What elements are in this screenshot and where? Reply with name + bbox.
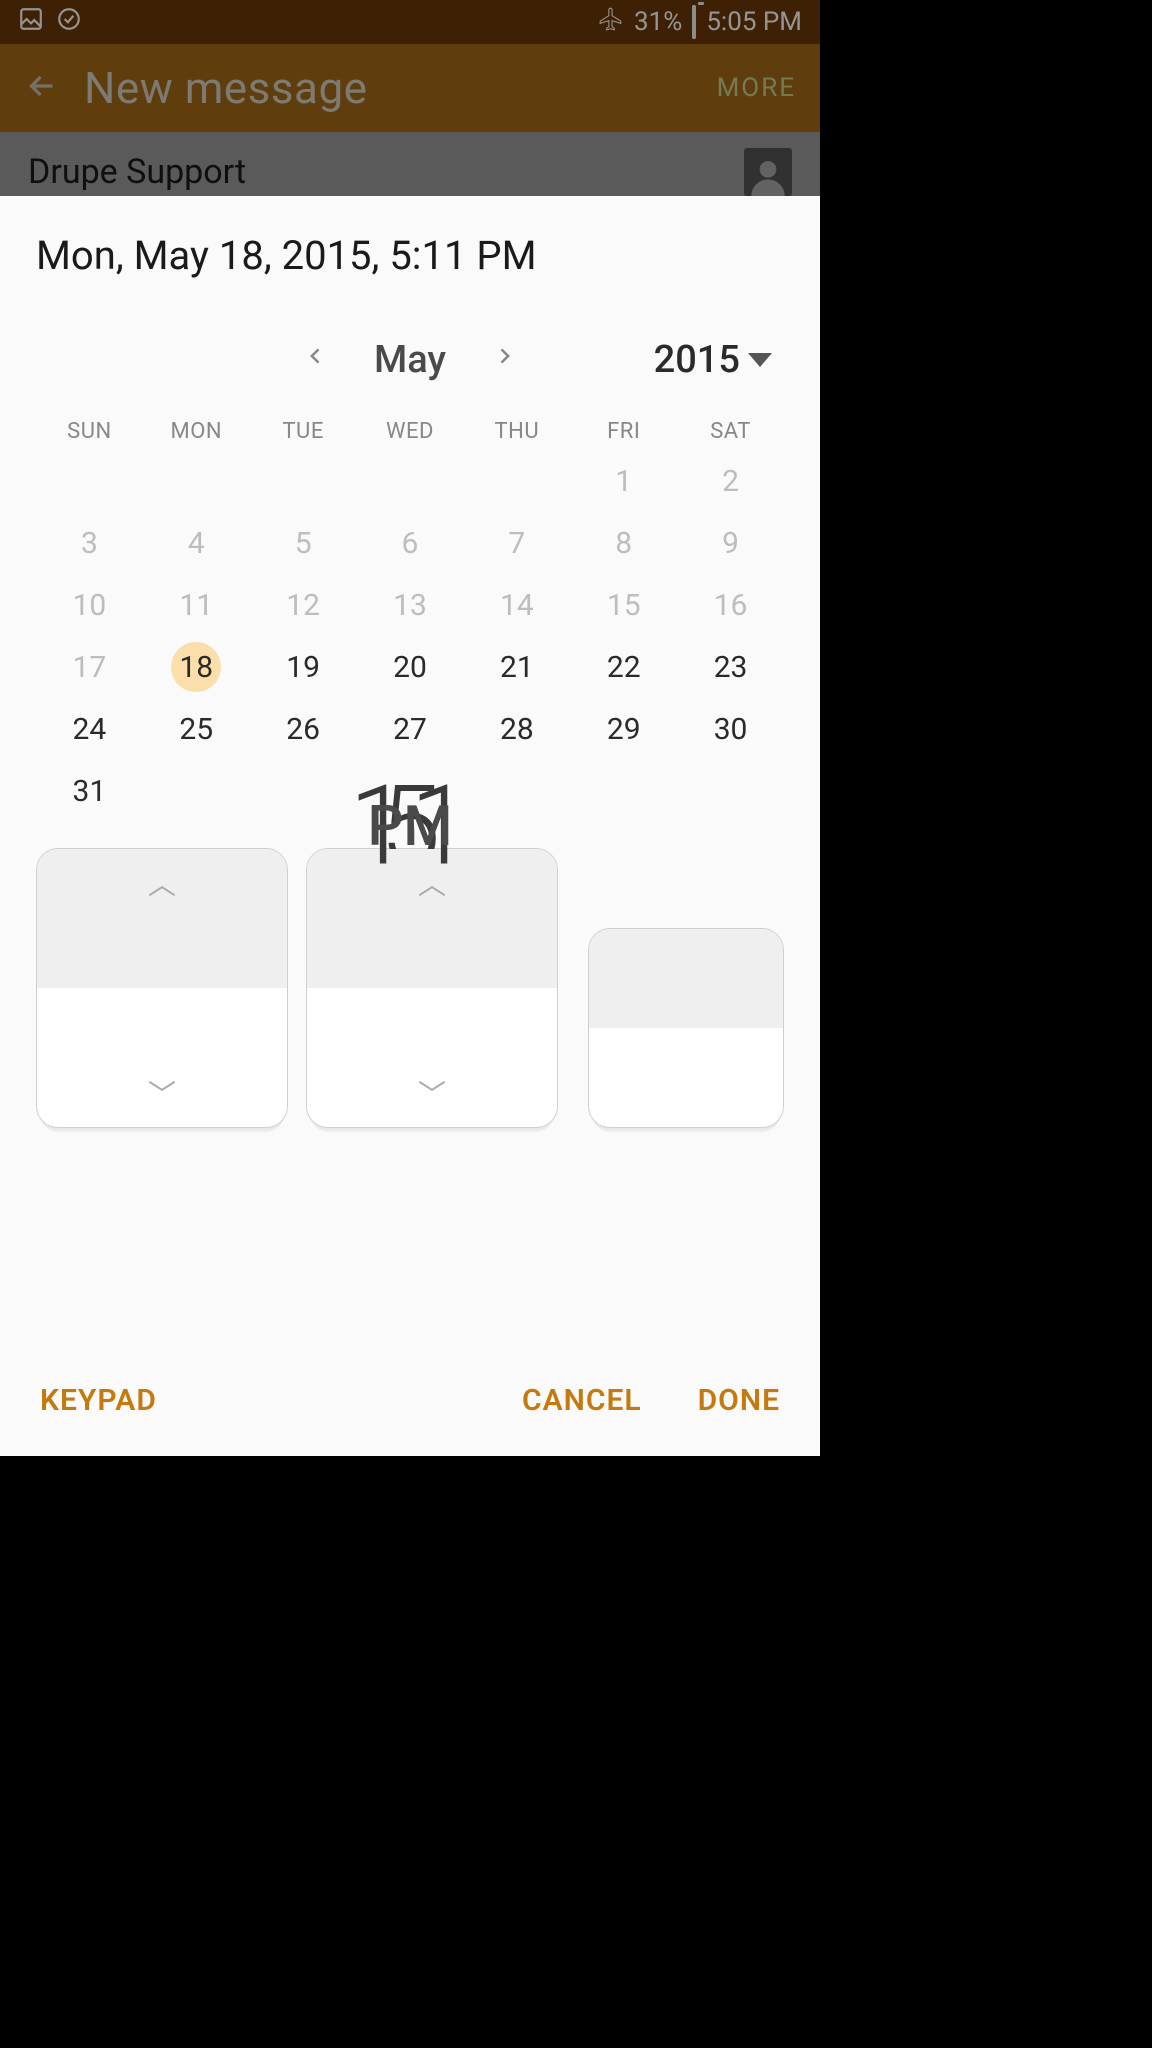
calendar-day[interactable]: 12 [250,574,357,636]
datetime-picker-dialog: Mon, May 18, 2015, 5:11 PM May 2015 SUNM… [0,196,820,1456]
calendar-day[interactable]: 9 [677,512,784,574]
chevron-up-icon[interactable]: ︿ [148,863,176,903]
chevron-down-icon [748,353,772,367]
calendar-day: . [677,760,784,822]
minute-spinner[interactable]: ︿ ﹀ 11 [306,848,558,1128]
calendar-day[interactable]: 8 [570,512,677,574]
status-bar: 31% 5:05 PM [0,0,820,44]
calendar-grid: SUNMONTUEWEDTHUFRISAT .....1234567891011… [36,405,784,822]
calendar-day[interactable]: 14 [463,574,570,636]
calendar-day[interactable]: 24 [36,698,143,760]
calendar-day[interactable]: 30 [677,698,784,760]
calendar-day: . [250,450,357,512]
calendar-day[interactable]: 11 [143,574,250,636]
calendar-day[interactable]: 4 [143,512,250,574]
prev-month-button[interactable] [306,342,326,378]
done-button[interactable]: DONE [698,1383,780,1418]
recipient-name: Drupe Support [28,152,246,192]
calendar-day: . [463,760,570,822]
dow-label: FRI [570,405,677,450]
chevron-down-icon[interactable]: ﹀ [148,1073,176,1113]
calendar-day: . [357,450,464,512]
dow-label: SAT [677,405,784,450]
calendar-day[interactable]: 2 [677,450,784,512]
calendar-day: . [143,450,250,512]
calendar-day: . [36,450,143,512]
calendar-day[interactable]: 29 [570,698,677,760]
calendar-day[interactable]: 13 [357,574,464,636]
recipient-avatar-icon[interactable] [744,148,792,196]
keypad-button[interactable]: KEYPAD [40,1383,157,1418]
calendar-day: . [463,450,570,512]
calendar-day[interactable]: 17 [36,636,143,698]
calendar-day[interactable]: 6 [357,512,464,574]
calendar-day[interactable]: 1 [570,450,677,512]
calendar-day[interactable]: 26 [250,698,357,760]
calendar-day: . [570,760,677,822]
calendar-day[interactable]: 22 [570,636,677,698]
dow-label: TUE [250,405,357,450]
calendar-day[interactable]: 3 [36,512,143,574]
calendar-day[interactable]: 10 [36,574,143,636]
calendar-day[interactable]: 20 [357,636,464,698]
calendar-day[interactable]: 31 [36,760,143,822]
dow-label: MON [143,405,250,450]
battery-icon [692,7,696,37]
calendar-day: . [250,760,357,822]
calendar-day[interactable]: 18 [143,636,250,698]
calendar-day[interactable]: 7 [463,512,570,574]
dow-label: SUN [36,405,143,450]
next-month-button[interactable] [494,342,514,378]
month-label[interactable]: May [374,338,446,382]
airplane-mode-icon [598,6,624,39]
calendar-day[interactable]: 19 [250,636,357,698]
year-label: 2015 [654,338,740,382]
calendar-day[interactable]: 27 [357,698,464,760]
back-arrow-icon[interactable] [24,68,60,108]
hour-spinner[interactable]: ︿ ﹀ 5 [36,848,288,1128]
cancel-button[interactable]: CANCEL [522,1383,642,1418]
more-button[interactable]: MORE [717,73,796,103]
dow-label: WED [357,405,464,450]
app-bar: New message MORE [0,44,820,132]
clock-time: 5:05 PM [706,7,802,37]
year-selector[interactable]: 2015 [654,338,772,382]
calendar-day[interactable]: 15 [570,574,677,636]
dow-label: THU [463,405,570,450]
image-icon [18,6,44,39]
check-circle-icon [56,6,82,39]
calendar-day[interactable]: 5 [250,512,357,574]
calendar-day[interactable]: 21 [463,636,570,698]
battery-percent: 31% [634,7,682,37]
calendar-day[interactable]: 28 [463,698,570,760]
calendar-day[interactable]: 23 [677,636,784,698]
calendar-day[interactable]: 25 [143,698,250,760]
calendar-day[interactable]: 16 [677,574,784,636]
selected-datetime-header: Mon, May 18, 2015, 5:11 PM [36,232,784,279]
ampm-spinner[interactable]: PM [588,928,784,1128]
calendar-day: . [143,760,250,822]
page-title: New message [84,62,368,114]
chevron-down-icon[interactable]: ﹀ [418,1073,446,1113]
